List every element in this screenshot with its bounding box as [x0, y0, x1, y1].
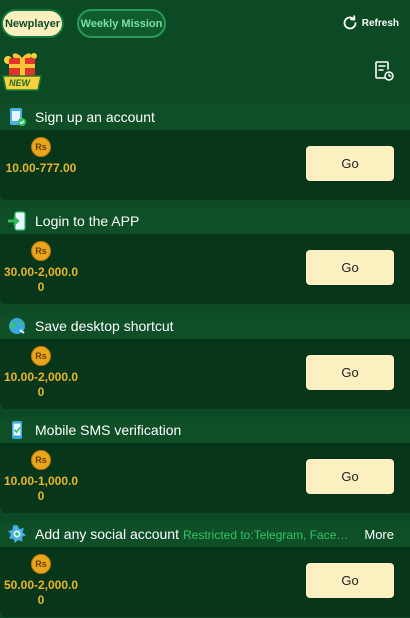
rupee-coin-icon: Rs	[31, 450, 51, 470]
signup-icon	[10, 108, 26, 126]
task-title: Save desktop shortcut	[35, 318, 174, 334]
task-card-shortcut: Save desktop shortcut Rs 10.00-2,000.00 …	[0, 313, 410, 409]
restriction-text: Restricted to:Telegram, Facebook	[183, 528, 355, 542]
task-header: Add any social account Restricted to:Tel…	[0, 521, 410, 547]
reward-amount: 10.00-1,000.00	[3, 474, 79, 503]
rupee-coin-icon: Rs	[31, 137, 51, 157]
top-bar: Newplayer Weekly Mission Refresh	[0, 0, 410, 46]
more-link[interactable]: More	[364, 527, 394, 542]
rupee-coin-icon: Rs	[31, 554, 51, 574]
task-card-social: Add any social account Restricted to:Tel…	[0, 521, 410, 617]
refresh-icon	[343, 15, 357, 30]
new-gift-badge: NEW	[0, 50, 44, 92]
go-button[interactable]: Go	[306, 250, 394, 285]
task-card-sms: Mobile SMS verification Rs 10.00-1,000.0…	[0, 417, 410, 513]
social-icon	[8, 525, 26, 543]
task-header: Mobile SMS verification	[0, 417, 410, 443]
go-button[interactable]: Go	[306, 459, 394, 494]
history-button[interactable]	[374, 60, 394, 82]
tab-weekly-mission[interactable]: Weekly Mission	[77, 9, 166, 38]
go-button[interactable]: Go	[306, 563, 394, 598]
rupee-coin-icon: Rs	[31, 241, 51, 261]
task-title: Add any social account	[35, 526, 179, 542]
reward-amount: 10.00-2,000.00	[3, 370, 79, 399]
task-card-signup: Sign up an account Rs 10.00-777.00 Go	[0, 104, 410, 200]
task-title: Login to the APP	[35, 213, 140, 229]
refresh-label: Refresh	[361, 17, 399, 29]
task-header: Login to the APP	[0, 208, 410, 234]
task-header: Sign up an account	[0, 104, 410, 130]
refresh-button[interactable]: Refresh	[341, 14, 399, 32]
task-card-login: Login to the APP Rs 30.00-2,000.00 Go	[0, 208, 410, 304]
globe-icon	[9, 318, 25, 334]
reward-amount: 30.00-2,000.00	[3, 265, 79, 294]
phone-icon	[12, 421, 22, 439]
go-button[interactable]: Go	[306, 355, 394, 390]
reward-amount: 50.00-2,000.00	[3, 578, 79, 607]
task-title: Sign up an account	[35, 109, 155, 125]
new-badge-label: NEW	[9, 78, 30, 88]
task-header: Save desktop shortcut	[0, 313, 410, 339]
task-title: Mobile SMS verification	[35, 422, 182, 438]
history-icon	[375, 61, 394, 81]
login-icon	[8, 211, 26, 231]
rupee-coin-icon: Rs	[31, 346, 51, 366]
reward-amount: 10.00-777.00	[5, 161, 77, 175]
tab-newplayer[interactable]: Newplayer	[1, 9, 64, 38]
go-button[interactable]: Go	[306, 146, 394, 181]
